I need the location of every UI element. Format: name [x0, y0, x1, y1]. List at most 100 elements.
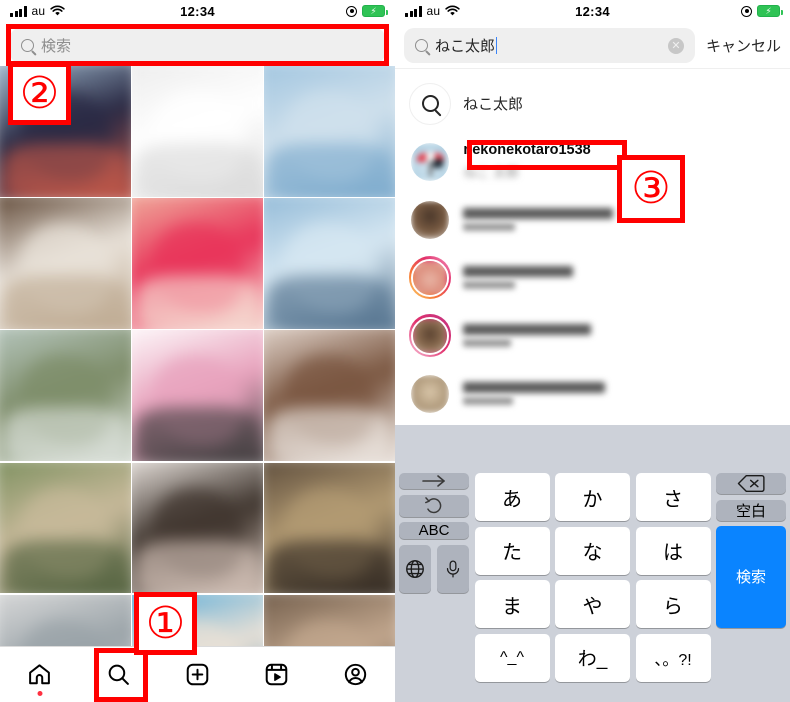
photo-tile-image — [264, 198, 395, 329]
cancel-button[interactable]: キャンセル — [695, 35, 781, 56]
photo-tile-image — [132, 462, 263, 594]
photo-tile-image — [132, 198, 263, 329]
photo-tile-image — [264, 462, 395, 594]
keyboard-row-3: ま や ら — [474, 580, 711, 628]
key-punctuation[interactable]: 、。?! — [635, 633, 711, 682]
key-wa[interactable]: わ_ — [555, 633, 630, 682]
key-ma[interactable]: ま — [474, 580, 550, 628]
tab-create[interactable] — [172, 655, 224, 695]
search-input[interactable]: ねこ太郎 ✕ — [404, 28, 695, 63]
annotation-marker-3: ③ — [617, 155, 685, 223]
key-a[interactable]: あ — [474, 473, 550, 521]
search-input-value: ねこ太郎 — [435, 35, 498, 56]
result-meta — [463, 382, 606, 406]
annotation-marker-1: ① — [134, 592, 197, 655]
photo-tile-image — [0, 330, 131, 462]
result-row[interactable] — [395, 307, 790, 365]
result-fullname: ねこ 太郎 — [463, 165, 519, 181]
tab-home[interactable] — [14, 655, 66, 696]
annotation-marker-3-label: ③ — [631, 163, 671, 214]
result-fullname-blurred — [463, 223, 516, 232]
key-cursor-right[interactable] — [399, 473, 469, 489]
recent-search-label: ねこ太郎 — [463, 96, 524, 114]
result-username-blurred — [463, 324, 592, 336]
clock-label: 12:34 — [575, 3, 610, 19]
key-search-enter[interactable]: 検索 — [716, 526, 786, 628]
photo-tile[interactable] — [132, 462, 263, 594]
key-ha[interactable]: は — [635, 526, 711, 575]
keyboard-row-1: あ か さ — [474, 473, 711, 521]
battery-charging-icon: ⚡ — [757, 5, 783, 17]
result-row[interactable] — [395, 191, 790, 249]
result-row[interactable] — [395, 249, 790, 307]
key-ta[interactable]: た — [474, 526, 550, 575]
bottom-tab-bar — [0, 646, 395, 702]
key-undo[interactable] — [399, 494, 469, 517]
key-globe[interactable] — [399, 544, 432, 593]
arrow-right-icon — [422, 475, 445, 487]
photo-tile-image — [264, 66, 395, 197]
photo-tile[interactable] — [0, 330, 131, 462]
photo-tile[interactable] — [264, 330, 395, 462]
keyboard-key-grid: ABC あ か さ た な は ま や ら ^_^ わ_ 、。?! 空白 検索 — [395, 473, 790, 682]
tab-reels[interactable] — [251, 655, 303, 695]
photo-tile[interactable] — [0, 198, 131, 329]
search-results-list[interactable]: ねこ太郎 nekonekotaro1538 ねこ 太郎 — [395, 68, 790, 426]
photo-tile[interactable] — [264, 462, 395, 594]
photo-tile[interactable] — [132, 198, 263, 329]
avatar — [411, 258, 450, 297]
photo-tile[interactable] — [264, 594, 395, 646]
key-delete[interactable] — [716, 473, 786, 494]
result-username-blurred — [463, 382, 606, 394]
photo-tile-image — [0, 462, 131, 594]
photo-tile[interactable] — [132, 66, 263, 197]
avatar — [411, 316, 450, 355]
key-emoji[interactable]: ^_^ — [474, 633, 550, 682]
result-fullname-blurred — [463, 339, 512, 348]
left-screen: au 12:34 ⚡ 検索 ② ① — [0, 0, 395, 702]
clock-label: 12:34 — [180, 3, 215, 19]
key-punctuation-label: 、。?! — [654, 651, 692, 669]
photo-tile[interactable] — [264, 198, 395, 329]
status-right-group: ⚡ — [346, 5, 388, 17]
result-row[interactable]: nekonekotaro1538 ねこ 太郎 — [395, 133, 790, 191]
search-icon — [108, 664, 129, 685]
search-icon — [415, 39, 428, 52]
profile-circle-icon — [344, 663, 367, 686]
clear-circle-icon[interactable]: ✕ — [667, 37, 684, 54]
right-screen: au 12:34 ⚡ ねこ太郎 ✕ キャンセル ねこ太郎 nekonekotar… — [395, 0, 790, 702]
key-ra[interactable]: ら — [635, 580, 711, 628]
key-na[interactable]: な — [555, 526, 630, 575]
search-input[interactable]: 検索 — [10, 28, 385, 63]
key-microphone[interactable] — [436, 544, 469, 593]
results-divider — [395, 68, 790, 69]
search-icon — [21, 39, 34, 52]
photo-tile-image — [132, 330, 263, 462]
photo-tile[interactable] — [132, 330, 263, 462]
result-row[interactable] — [395, 365, 790, 423]
key-ya[interactable]: や — [555, 580, 630, 628]
key-abc[interactable]: ABC — [399, 522, 469, 539]
tab-profile[interactable] — [330, 655, 382, 695]
tab-search[interactable] — [93, 655, 145, 695]
key-sa[interactable]: さ — [635, 473, 711, 521]
key-space[interactable]: 空白 — [716, 499, 786, 521]
keyboard-suggestion-bar — [395, 425, 790, 473]
recent-search-row[interactable]: ねこ太郎 — [395, 75, 790, 133]
key-wa-label: わ_ — [577, 649, 608, 670]
status-bar-left: au 12:34 ⚡ — [0, 0, 395, 22]
key-ka[interactable]: か — [555, 473, 630, 521]
avatar-ring — [409, 140, 451, 182]
avatar-image — [413, 318, 448, 353]
screen-lock-rotation-icon — [346, 5, 357, 17]
annotation-marker-2: ② — [8, 62, 71, 125]
dual-screen-tutorial: au 12:34 ⚡ 検索 ② ① au 12:34 ⚡ ねこ太郎 ✕ キャンセ… — [0, 0, 790, 702]
battery-charging-icon: ⚡ — [362, 5, 388, 17]
japanese-keyboard[interactable]: ABC あ か さ た な は ま や ら ^_^ わ_ 、。?! 空白 検索 — [395, 425, 790, 702]
photo-tile-image — [264, 330, 395, 462]
photo-tile[interactable] — [0, 462, 131, 594]
reels-icon — [265, 663, 288, 686]
photo-tile[interactable] — [0, 594, 131, 646]
search-placeholder: 検索 — [41, 38, 72, 55]
photo-tile[interactable] — [264, 66, 395, 197]
